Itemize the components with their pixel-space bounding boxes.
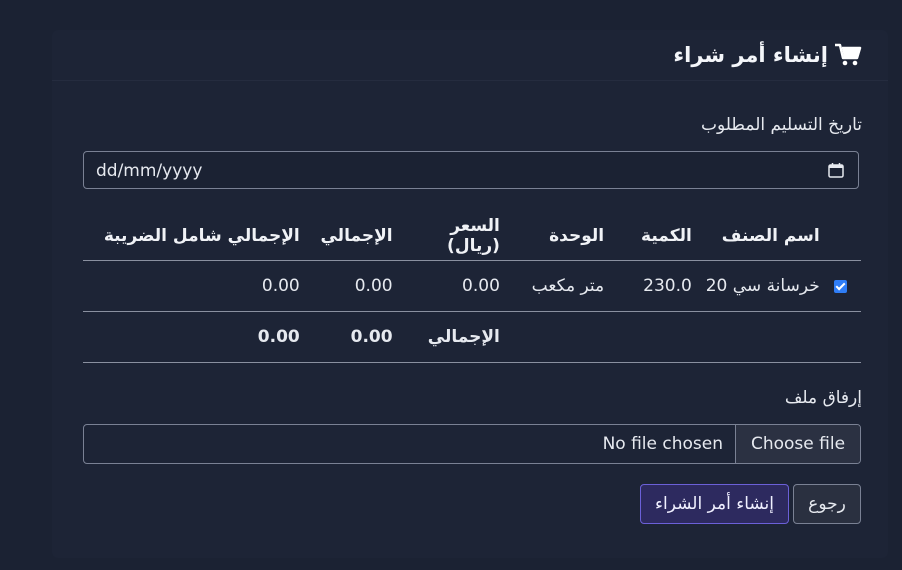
header-name: اسم الصنف <box>691 212 820 261</box>
header-select <box>819 212 861 261</box>
footer-label: الإجمالي <box>392 311 500 363</box>
item-name: خرسانة سي 20 <box>691 260 820 312</box>
item-unit: متر مكعب <box>499 260 605 312</box>
table-header-row: اسم الصنف الكمية الوحدة السعر (ريال) الإ… <box>83 212 861 261</box>
item-total-tax: 0.00 <box>83 260 300 312</box>
footer-total: 0.00 <box>299 311 393 363</box>
items-table: اسم الصنف الكمية الوحدة السعر (ريال) الإ… <box>83 212 861 363</box>
item-qty: 230.0 <box>604 260 692 312</box>
cart-icon <box>835 43 862 66</box>
page-title-text: إنشاء أمر شراء <box>673 43 828 67</box>
header-unit: الوحدة <box>499 212 605 261</box>
header-qty: الكمية <box>604 212 692 261</box>
date-placeholder: dd/mm/yyyy <box>96 161 203 181</box>
calendar-icon[interactable] <box>828 162 844 178</box>
purchase-order-card: إنشاء أمر شراء تاريخ التسليم المطلوب dd/… <box>52 30 888 558</box>
table-footer-row: الإجمالي 0.00 0.00 <box>83 311 861 363</box>
item-total: 0.00 <box>299 260 393 312</box>
card-header: إنشاء أمر شراء <box>52 30 888 81</box>
file-status: No file chosen <box>602 434 723 454</box>
header-price: السعر (ريال) <box>392 212 500 261</box>
delivery-date-input[interactable]: dd/mm/yyyy <box>83 151 859 189</box>
create-purchase-order-button[interactable]: إنشاء أمر الشراء <box>640 484 789 524</box>
page-title: إنشاء أمر شراء <box>673 42 862 68</box>
attachment-label: إرفاق ملف <box>784 388 862 408</box>
footer-total-tax: 0.00 <box>83 311 300 363</box>
header-total: الإجمالي <box>299 212 393 261</box>
item-checkbox[interactable] <box>833 279 847 293</box>
delivery-date-label: تاريخ التسليم المطلوب <box>701 115 862 135</box>
header-total-tax: الإجمالي شامل الضريبة <box>83 212 300 261</box>
file-input[interactable]: Choose file No file chosen <box>83 424 861 464</box>
item-price: 0.00 <box>392 260 500 312</box>
table-row: خرسانة سي 20 230.0 متر مكعب 0.00 0.00 0.… <box>83 260 861 312</box>
choose-file-button[interactable]: Choose file <box>735 425 860 463</box>
back-button[interactable]: رجوع <box>793 484 861 524</box>
